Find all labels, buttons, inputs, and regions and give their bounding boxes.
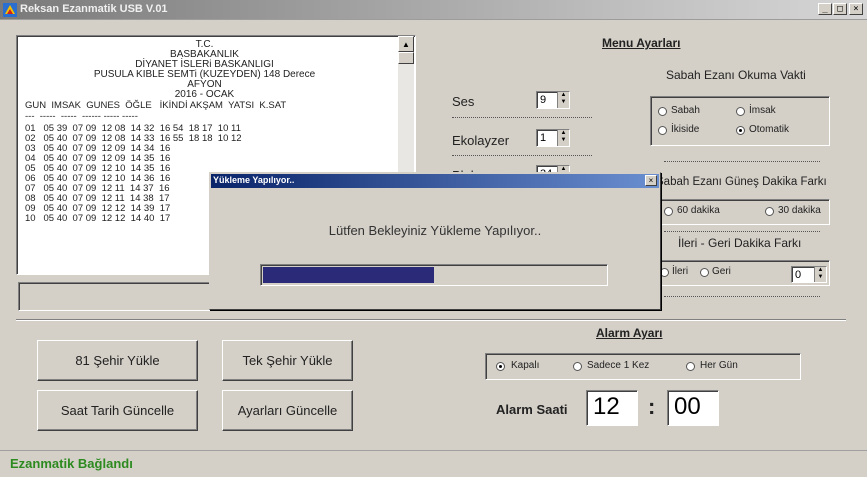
dialog-titlebar: Yükleme Yapılıyor.. × xyxy=(211,174,659,188)
ses-stepper[interactable]: 9 ▲ ▼ xyxy=(536,91,570,109)
radio-her-gun[interactable] xyxy=(686,362,695,371)
maximize-button[interactable]: □ xyxy=(833,3,847,15)
sabah-vakti-title: Sabah Ezanı Okuma Vakti xyxy=(666,68,806,82)
stepper-arrows-icon[interactable]: ▲▼ xyxy=(557,130,569,146)
info-field xyxy=(18,282,233,311)
divider xyxy=(16,319,846,321)
progress-bar xyxy=(260,264,608,286)
dotted-divider xyxy=(664,231,820,232)
ileri-geri-stepper[interactable]: 0 ▲ ▼ xyxy=(791,266,827,283)
window-titlebar: Reksan Ezanmatik USB V.01 _ □ × xyxy=(0,0,867,20)
ekolayzer-value: 1 xyxy=(540,132,547,144)
radio-label: Sadece 1 Kez xyxy=(587,360,650,371)
stepper-arrows-icon[interactable]: ▲▼ xyxy=(557,92,569,108)
alarm-time-label: Alarm Saati xyxy=(496,402,568,417)
radio-label: Her Gün xyxy=(700,360,738,371)
radio-sadece-1-kez[interactable] xyxy=(573,362,582,371)
ses-value: 9 xyxy=(540,94,547,106)
divider xyxy=(0,450,867,451)
app-icon xyxy=(3,3,17,17)
radio-label: 30 dakika xyxy=(778,205,821,216)
stepper-arrows-icon[interactable]: ▲▼ xyxy=(814,267,826,282)
radio-label: İleri xyxy=(672,266,689,277)
radio-label: İmsak xyxy=(749,105,776,116)
update-settings-button[interactable]: Ayarları Güncelle xyxy=(222,390,353,431)
radio-label: Geri xyxy=(712,266,731,277)
dialog-title: Yükleme Yapılıyor.. xyxy=(213,175,295,185)
radio-imsak[interactable] xyxy=(736,107,745,116)
radio-label: Otomatik xyxy=(749,124,790,135)
sabah-vakti-group xyxy=(650,96,830,146)
scroll-thumb[interactable] xyxy=(398,52,414,64)
column-header: GUN IMSAK GUNES ÖĞLE İKİNDİ AKŞAM YATSI … xyxy=(25,100,287,111)
dotted-divider xyxy=(664,296,820,297)
loading-dialog: Yükleme Yapılıyor.. × Lütfen Bekleyiniz … xyxy=(209,172,661,310)
dotted-divider xyxy=(452,155,592,156)
radio-ikiside[interactable] xyxy=(658,126,667,135)
radio-label: İkiside xyxy=(671,124,700,135)
menu-settings-title: Menu Ayarları xyxy=(602,36,681,50)
radio-otomatik[interactable] xyxy=(736,126,745,135)
ekolayzer-label: Ekolayzer xyxy=(452,133,510,148)
radio-label: Sabah xyxy=(671,105,700,116)
separator-line: --- ----- ----- ------ ----- ----- xyxy=(25,111,138,122)
alarm-hour-input[interactable]: 12 xyxy=(586,390,638,426)
radio-kapali[interactable] xyxy=(496,362,505,371)
progress-fill xyxy=(263,267,434,283)
ileri-geri-value: 0 xyxy=(795,269,802,281)
update-time-date-button[interactable]: Saat Tarih Güncelle xyxy=(37,390,198,431)
scroll-up-icon[interactable]: ▲ xyxy=(398,36,414,52)
alarm-settings-title: Alarm Ayarı xyxy=(596,326,663,340)
radio-30-dakika[interactable] xyxy=(765,207,774,216)
minimize-button[interactable]: _ xyxy=(818,3,832,15)
radio-60-dakika[interactable] xyxy=(664,207,673,216)
table-row: 10 05 40 07 09 12 12 14 40 17 xyxy=(25,213,171,224)
radio-sabah[interactable] xyxy=(658,107,667,116)
ileri-geri-title: İleri - Geri Dakika Farkı xyxy=(678,236,802,250)
radio-ileri[interactable] xyxy=(660,268,669,277)
connection-status: Ezanmatik Bağlandı xyxy=(10,456,133,471)
radio-label: 60 dakika xyxy=(677,205,720,216)
alarm-minute-input[interactable]: 00 xyxy=(667,390,719,426)
radio-geri[interactable] xyxy=(700,268,709,277)
dialog-message: Lütfen Bekleyiniz Yükleme Yapılıyor.. xyxy=(328,223,542,238)
dotted-divider xyxy=(664,161,820,162)
close-button[interactable]: × xyxy=(849,3,863,15)
ses-label: Ses xyxy=(452,94,475,109)
time-separator: : xyxy=(648,394,656,419)
header-line: 2016 - OCAK xyxy=(174,89,235,100)
gunes-farki-title: Sabah Ezanı Güneş Dakika Farkı xyxy=(656,176,827,188)
load-single-city-button[interactable]: Tek Şehir Yükle xyxy=(222,340,353,381)
ekolayzer-stepper[interactable]: 1 ▲ ▼ xyxy=(536,129,570,147)
radio-label: Kapalı xyxy=(511,360,540,371)
window-title: Reksan Ezanmatik USB V.01 xyxy=(20,3,168,15)
dotted-divider xyxy=(452,117,592,118)
dialog-close-icon[interactable]: × xyxy=(645,175,657,186)
load-81-cities-button[interactable]: 81 Şehir Yükle xyxy=(37,340,198,381)
